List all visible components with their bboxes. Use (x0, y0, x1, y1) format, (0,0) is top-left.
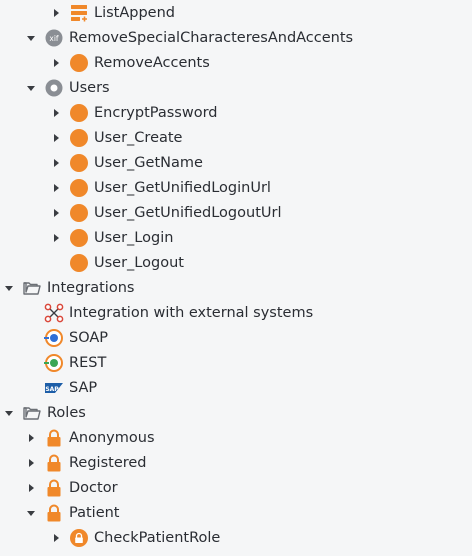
tree-item-checkpatientrole[interactable]: CheckPatientRole (0, 525, 472, 550)
tree-item-doctor[interactable]: Doctor (0, 475, 472, 500)
action-icon (69, 153, 89, 173)
tree-item-label: Doctor (69, 479, 118, 496)
tree-item-label: CheckPatientRole (94, 529, 221, 546)
tree-item-encryptpassword[interactable]: EncryptPassword (0, 100, 472, 125)
tree-item-soap[interactable]: SOAP (0, 325, 472, 350)
arrow-spacer (24, 331, 38, 345)
tree-item-label: Integrations (47, 279, 135, 296)
tree-item-label: User_GetName (94, 154, 203, 171)
tree-item-label: RemoveAccents (94, 54, 210, 71)
expand-arrow-icon[interactable] (49, 181, 63, 195)
tree-item-user-getunifiedloginurl[interactable]: User_GetUnifiedLoginUrl (0, 175, 472, 200)
tree-item-removespecialcharacteresandaccents[interactable]: xif RemoveSpecialCharacteresAndAccents (0, 25, 472, 50)
action-icon (69, 253, 89, 273)
expand-arrow-icon[interactable] (49, 231, 63, 245)
expand-arrow-icon[interactable] (24, 481, 38, 495)
tree-item-label: RemoveSpecialCharacteresAndAccents (69, 29, 354, 46)
arrow-spacer (24, 306, 38, 320)
tree-item-roles[interactable]: Roles (0, 400, 472, 425)
action-icon (69, 203, 89, 223)
tree-item-label: EncryptPassword (94, 104, 218, 121)
tree-item-label: User_GetUnifiedLoginUrl (94, 179, 271, 196)
collapse-arrow-icon[interactable] (2, 406, 16, 420)
rest-icon (44, 353, 64, 373)
tree-item-user-getname[interactable]: User_GetName (0, 150, 472, 175)
sap-icon-text: SAP (45, 385, 59, 392)
tree-item-label: ListAppend (94, 4, 175, 21)
expand-arrow-icon[interactable] (49, 206, 63, 220)
expand-arrow-icon[interactable] (49, 56, 63, 70)
expand-arrow-icon[interactable] (49, 6, 63, 20)
soap-icon (44, 328, 64, 348)
tree-item-label: User_Login (94, 229, 174, 246)
tree-item-patient[interactable]: Patient (0, 500, 472, 525)
module-tree: ListAppend xif RemoveSpecialCharacteresA… (0, 0, 472, 550)
tree-item-integration-external-systems[interactable]: Integration with external systems (0, 300, 472, 325)
action-icon (69, 53, 89, 73)
lock-icon (44, 453, 64, 473)
lock-icon (44, 428, 64, 448)
tree-item-label: SAP (69, 379, 98, 396)
list-append-icon (69, 3, 89, 23)
expand-arrow-icon[interactable] (49, 106, 63, 120)
collapse-arrow-icon[interactable] (2, 281, 16, 295)
tree-item-removeaccents[interactable]: RemoveAccents (0, 50, 472, 75)
tree-item-label: Patient (69, 504, 120, 521)
tree-item-users[interactable]: Users (0, 75, 472, 100)
expand-arrow-icon[interactable] (49, 131, 63, 145)
arrow-spacer (49, 256, 63, 270)
integration-icon (44, 303, 64, 323)
tree-item-user-login[interactable]: User_Login (0, 225, 472, 250)
lock-icon (44, 503, 64, 523)
action-icon (69, 128, 89, 148)
role-check-icon (69, 528, 89, 548)
tree-item-label: Roles (47, 404, 86, 421)
tree-item-label: Registered (69, 454, 147, 471)
folder-open-icon (22, 403, 42, 423)
tree-item-listappend[interactable]: ListAppend (0, 0, 472, 25)
action-icon (69, 228, 89, 248)
action-icon (69, 178, 89, 198)
tree-item-user-create[interactable]: User_Create (0, 125, 472, 150)
tree-item-user-getunifiedlogouturl[interactable]: User_GetUnifiedLogoutUrl (0, 200, 472, 225)
xif-module-icon: xif (44, 28, 64, 48)
users-module-icon (44, 78, 64, 98)
expand-arrow-icon[interactable] (49, 156, 63, 170)
xif-icon-text: xif (49, 34, 59, 43)
sap-icon: SAP (44, 378, 64, 398)
tree-item-label: User_Logout (94, 254, 184, 271)
tree-item-anonymous[interactable]: Anonymous (0, 425, 472, 450)
tree-item-user-logout[interactable]: User_Logout (0, 250, 472, 275)
tree-item-label: Anonymous (69, 429, 155, 446)
expand-arrow-icon[interactable] (49, 531, 63, 545)
action-icon (69, 103, 89, 123)
collapse-arrow-icon[interactable] (24, 31, 38, 45)
tree-item-label: REST (69, 354, 107, 371)
expand-arrow-icon[interactable] (24, 431, 38, 445)
tree-item-integrations[interactable]: Integrations (0, 275, 472, 300)
lock-icon (44, 478, 64, 498)
tree-item-label: User_Create (94, 129, 183, 146)
tree-item-sap[interactable]: SAP SAP (0, 375, 472, 400)
tree-item-label: Integration with external systems (69, 304, 314, 321)
arrow-spacer (24, 381, 38, 395)
tree-item-registered[interactable]: Registered (0, 450, 472, 475)
tree-item-label: User_GetUnifiedLogoutUrl (94, 204, 282, 221)
tree-item-label: Users (69, 79, 110, 96)
collapse-arrow-icon[interactable] (24, 506, 38, 520)
folder-open-icon (22, 278, 42, 298)
tree-item-rest[interactable]: REST (0, 350, 472, 375)
collapse-arrow-icon[interactable] (24, 81, 38, 95)
arrow-spacer (24, 356, 38, 370)
expand-arrow-icon[interactable] (24, 456, 38, 470)
tree-item-label: SOAP (69, 329, 109, 346)
